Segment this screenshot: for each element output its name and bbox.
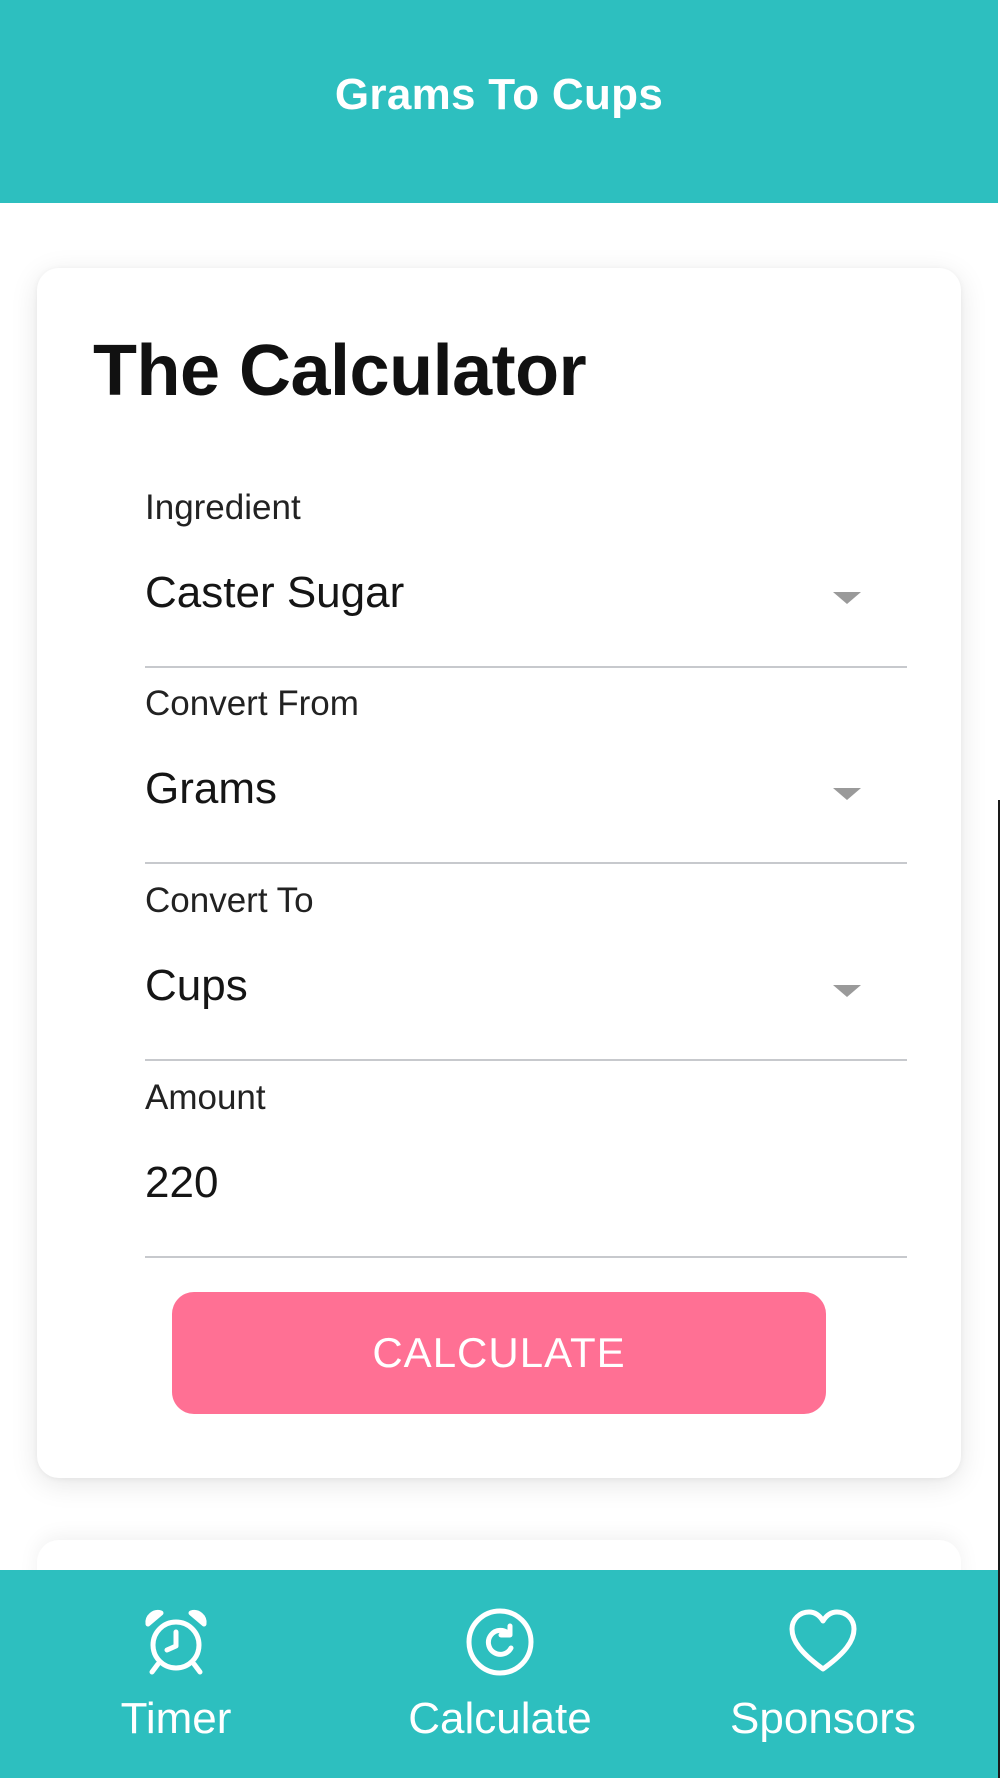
nav-label-calculate: Calculate bbox=[408, 1694, 592, 1743]
amount-field[interactable]: Amount 220 bbox=[145, 1078, 907, 1258]
field-underline bbox=[145, 862, 907, 864]
field-underline bbox=[145, 1256, 907, 1258]
convert-to-select[interactable]: Convert To Cups bbox=[145, 881, 907, 1061]
chevron-down-icon bbox=[833, 788, 861, 800]
convert-from-label: Convert From bbox=[145, 684, 359, 723]
amount-label: Amount bbox=[145, 1078, 266, 1117]
chevron-down-icon bbox=[833, 592, 861, 604]
convert-to-value: Cups bbox=[145, 961, 248, 1010]
convert-from-value: Grams bbox=[145, 764, 277, 813]
nav-item-sponsors[interactable]: Sponsors bbox=[693, 1570, 953, 1778]
nav-label-timer: Timer bbox=[120, 1694, 232, 1743]
app-header: Grams To Cups bbox=[0, 0, 998, 203]
amount-input[interactable]: 220 bbox=[145, 1158, 218, 1208]
field-underline bbox=[145, 666, 907, 668]
convert-to-label: Convert To bbox=[145, 881, 314, 920]
refresh-icon bbox=[466, 1608, 534, 1676]
ingredient-select[interactable]: Ingredient Caster Sugar bbox=[145, 488, 907, 668]
calculator-card: The Calculator Ingredient Caster Sugar C… bbox=[37, 268, 961, 1478]
calculator-title: The Calculator bbox=[93, 331, 587, 411]
convert-from-select[interactable]: Convert From Grams bbox=[145, 684, 907, 864]
ingredient-value: Caster Sugar bbox=[145, 568, 405, 617]
nav-item-calculate[interactable]: Calculate bbox=[370, 1570, 630, 1778]
chevron-down-icon bbox=[833, 985, 861, 997]
header-title: Grams To Cups bbox=[334, 69, 664, 119]
nav-item-timer[interactable]: Timer bbox=[46, 1570, 306, 1778]
heart-icon bbox=[789, 1609, 857, 1672]
calculate-button[interactable]: CALCULATE bbox=[172, 1292, 826, 1414]
app-screen: Grams To Cups The Calculator Ingredient … bbox=[0, 0, 998, 1778]
bottom-nav: Timer Calculate Sponsors bbox=[0, 1570, 998, 1778]
nav-label-sponsors: Sponsors bbox=[730, 1694, 916, 1743]
ingredient-label: Ingredient bbox=[145, 488, 301, 527]
field-underline bbox=[145, 1059, 907, 1061]
alarm-clock-icon bbox=[145, 1610, 207, 1675]
